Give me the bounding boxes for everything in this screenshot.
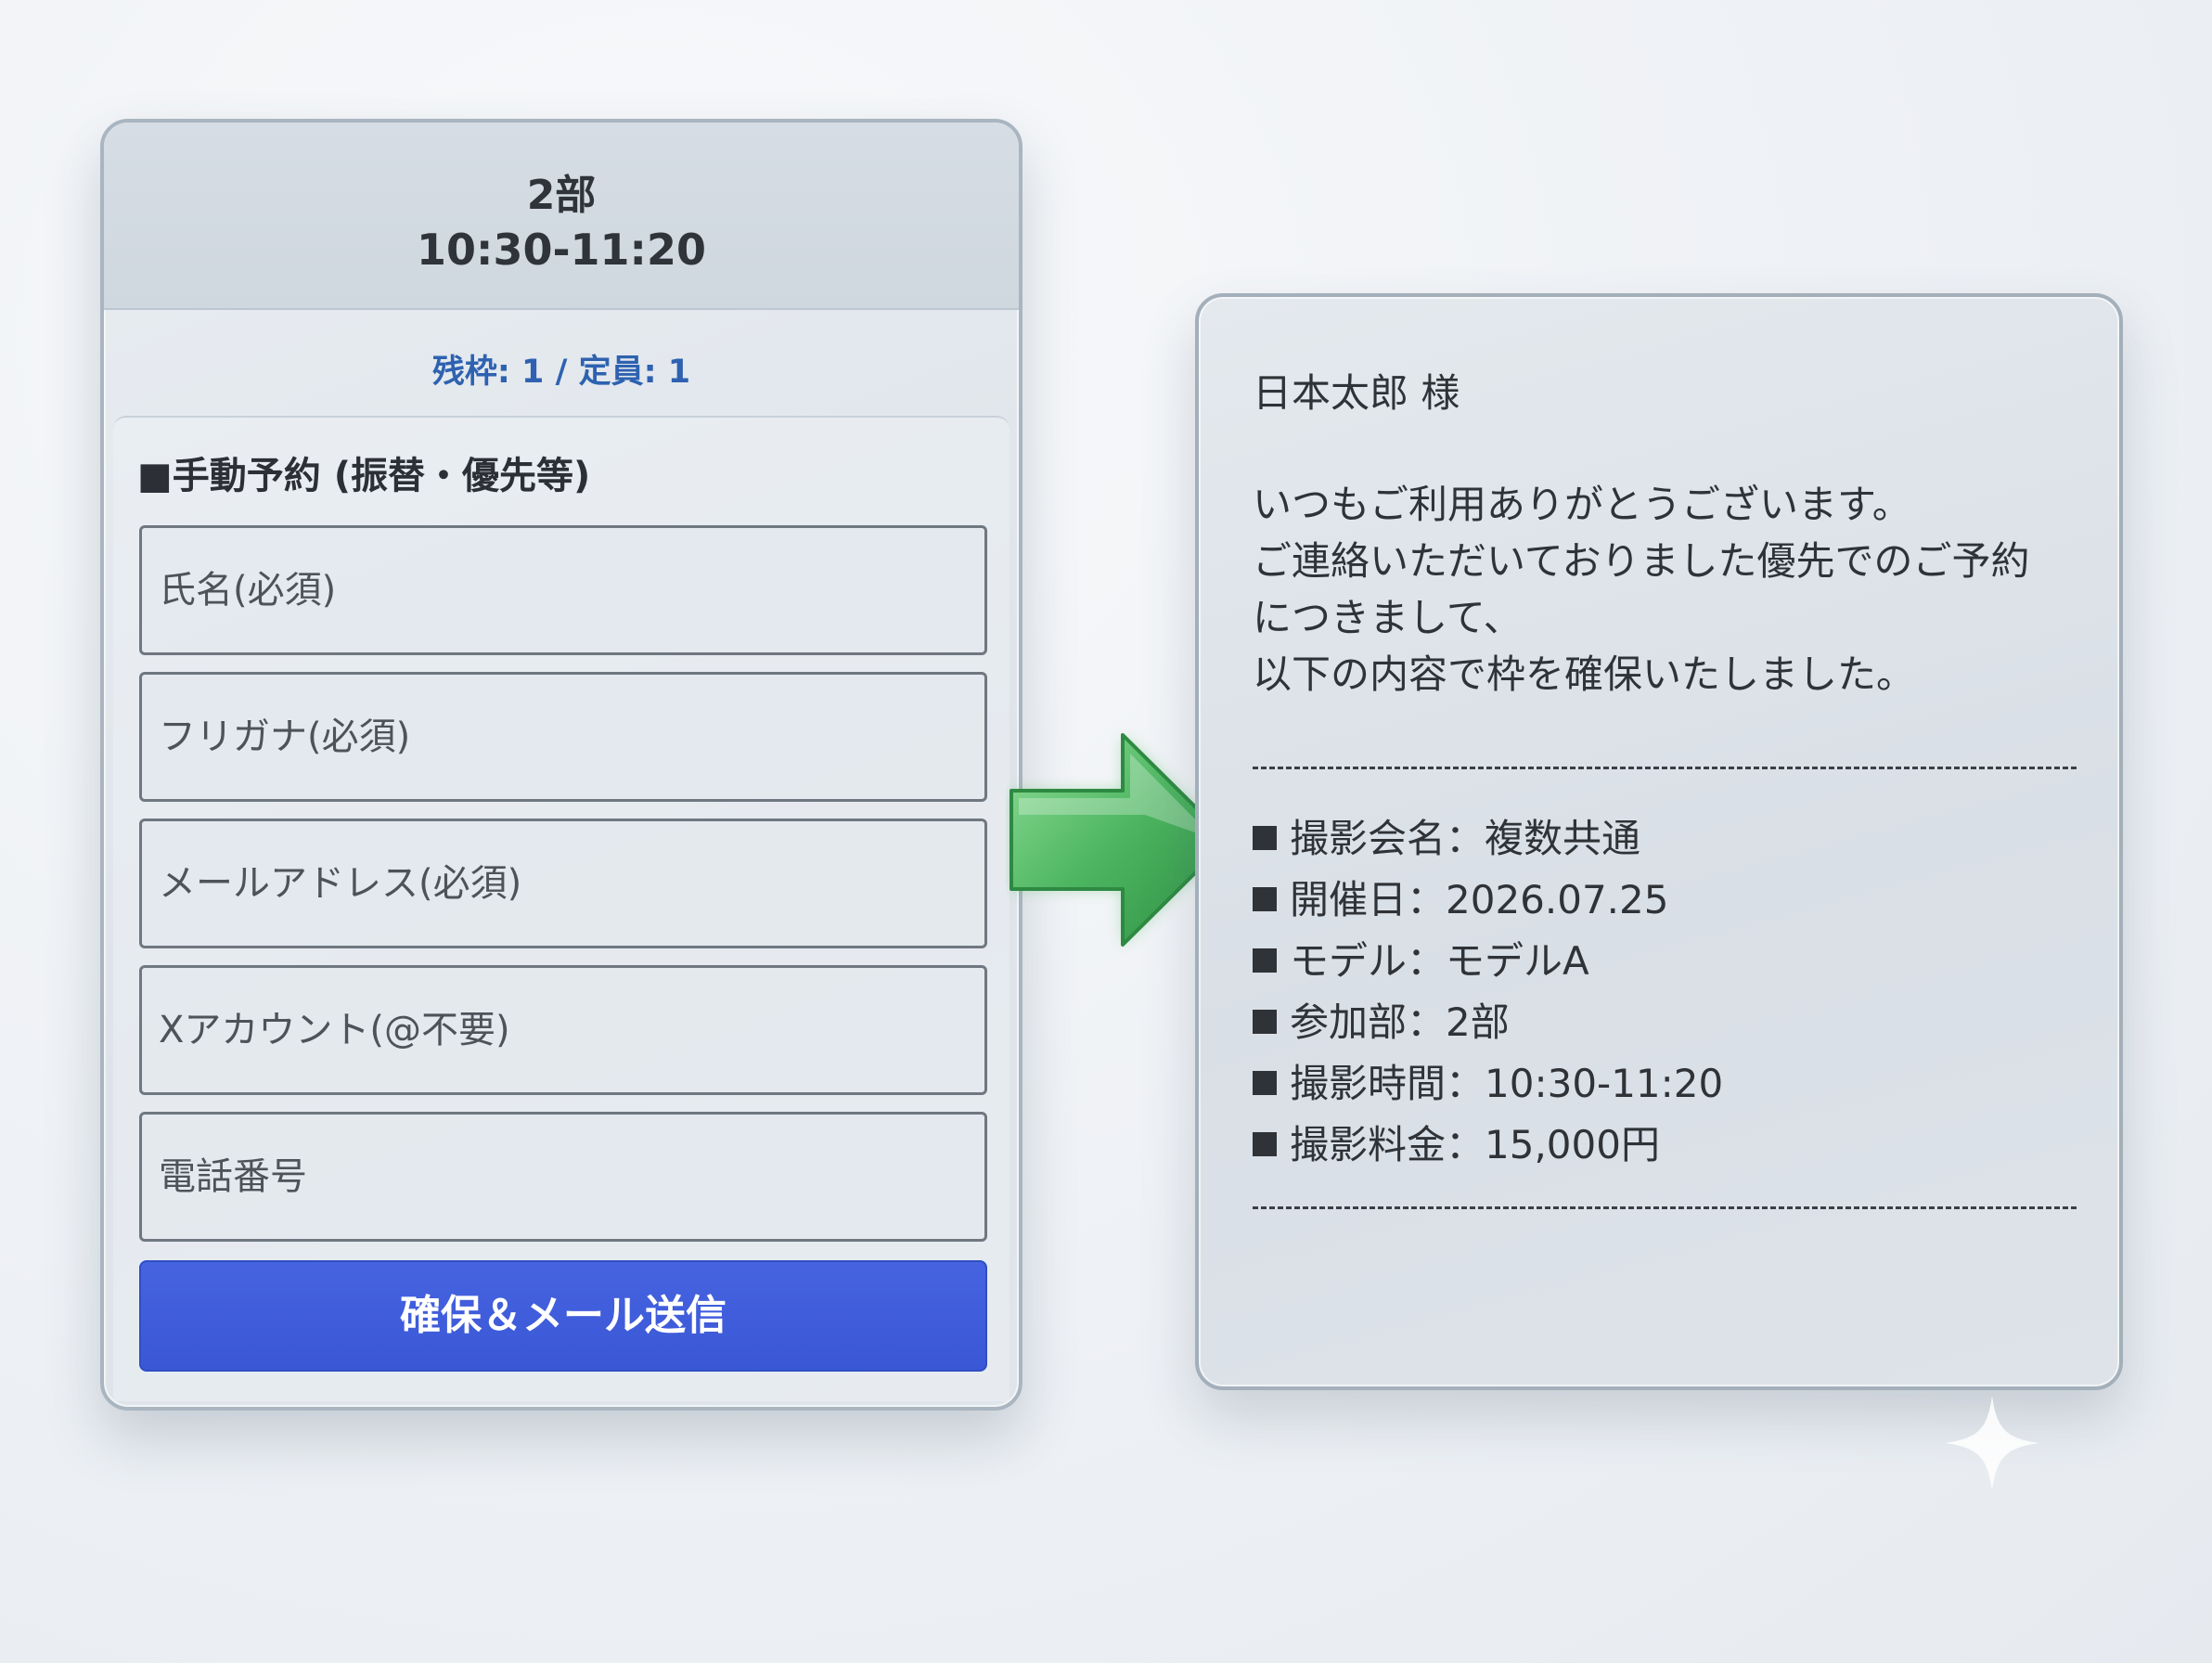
slots-status: 残枠: 1 / 定員: 1	[431, 354, 691, 391]
email-field[interactable]	[139, 819, 987, 948]
session-header: 2部 10:30-11:20	[104, 122, 1019, 310]
email-salutation: 日本太郎 様	[1253, 370, 1460, 416]
email-body-line: 以下の内容で枠を確保いたしました。	[1253, 651, 1916, 697]
phone-field[interactable]	[139, 1112, 987, 1242]
name-field[interactable]	[139, 525, 987, 655]
detail-text: 撮影会名：複数共通	[1290, 816, 1641, 861]
confirmation-email-card: 日本太郎 様 いつもご利用ありがとうございます。 ご連絡いただいておりました優先…	[1195, 293, 2123, 1390]
detail-item-date: 開催日：2026.07.25	[1253, 869, 1668, 925]
email-body-line: につきまして、	[1253, 595, 1523, 640]
sparkle-icon	[1945, 1396, 2039, 1490]
square-bullet-icon	[1253, 948, 1277, 973]
email-body-line: いつもご利用ありがとうございます。	[1253, 482, 1911, 527]
detail-item-time: 撮影時間：10:30-11:20	[1253, 1052, 1723, 1109]
detail-text: 開催日：2026.07.25	[1290, 877, 1669, 922]
square-bullet-icon	[1253, 1010, 1277, 1034]
session-part: 2部	[526, 172, 597, 219]
divider-top	[1253, 767, 2077, 769]
detail-item-model: モデル：モデルA	[1253, 930, 1589, 986]
section-title: ■手動予約 (振替・優先等)	[137, 455, 591, 497]
detail-text: 撮影時間：10:30-11:20	[1290, 1061, 1724, 1106]
detail-item-fee: 撮影料金：15,000円	[1253, 1114, 1660, 1170]
square-bullet-icon	[1253, 1071, 1277, 1095]
detail-text: モデル：モデルA	[1290, 938, 1589, 984]
detail-text: 撮影料金：15,000円	[1290, 1122, 1660, 1167]
session-time: 10:30-11:20	[417, 225, 706, 275]
square-bullet-icon	[1253, 826, 1277, 850]
reservation-form-card: 2部 10:30-11:20 残枠: 1 / 定員: 1 ■手動予約 (振替・優…	[100, 119, 1022, 1411]
reserve-and-send-button[interactable]: 確保＆メール送信	[139, 1260, 987, 1372]
x-account-field[interactable]	[139, 965, 987, 1095]
square-bullet-icon	[1253, 887, 1277, 911]
email-body-line: ご連絡いただいておりました優先でのご予約	[1253, 538, 2030, 584]
detail-item-part: 参加部：2部	[1253, 991, 1510, 1048]
square-bullet-icon	[1253, 1132, 1277, 1156]
furigana-field[interactable]	[139, 672, 987, 802]
detail-text: 参加部：2部	[1290, 999, 1510, 1045]
divider-bottom	[1253, 1206, 2077, 1209]
detail-item-event: 撮影会名：複数共通	[1253, 807, 1640, 864]
